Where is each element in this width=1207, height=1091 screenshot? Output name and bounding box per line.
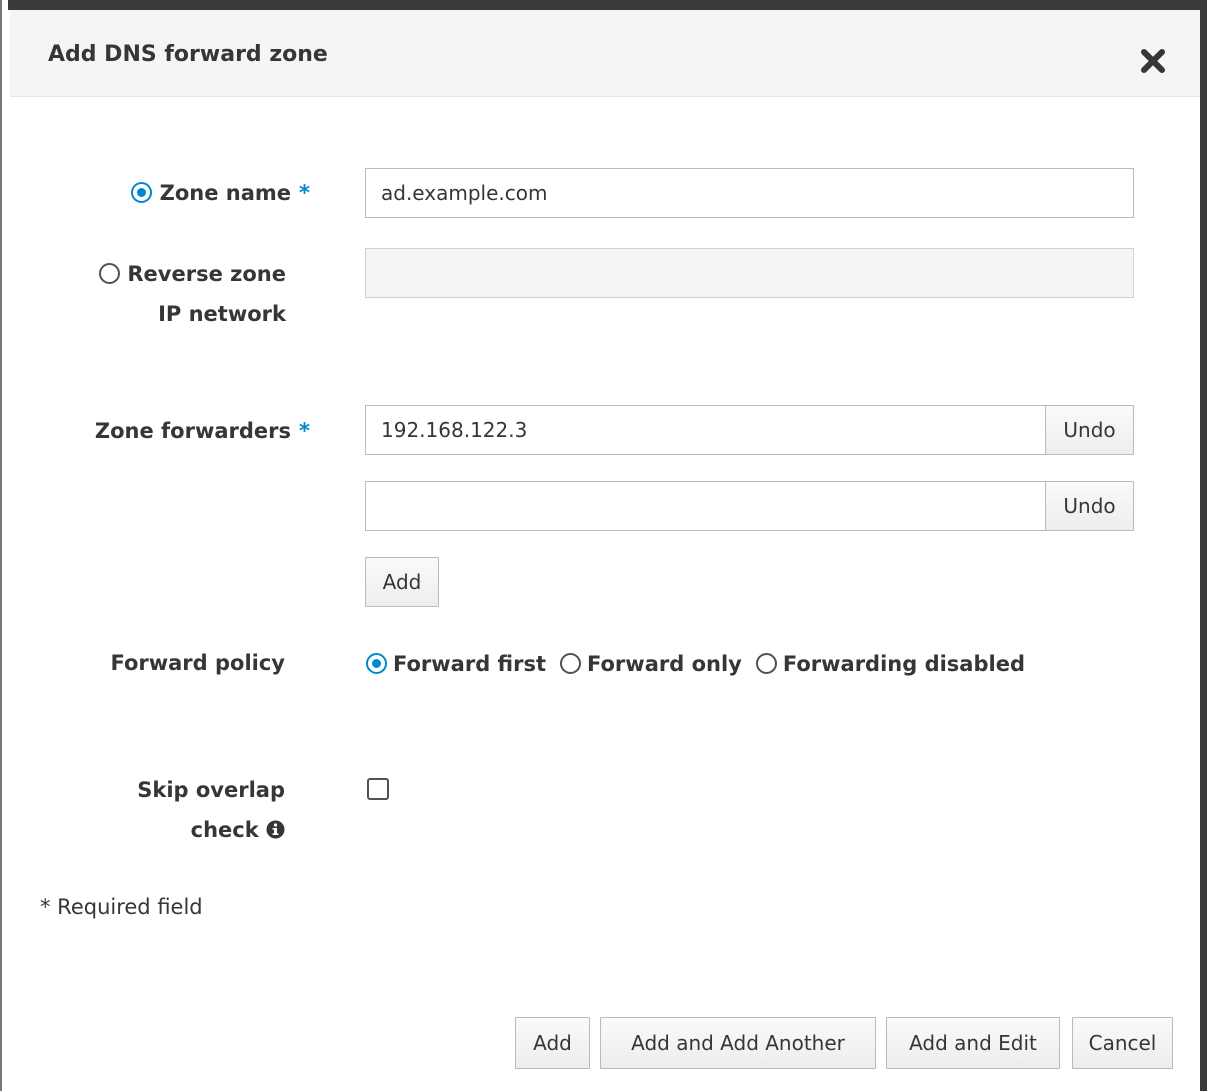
forward-policy-label: Forward policy: [110, 651, 285, 675]
forward-first-radio[interactable]: [366, 653, 387, 674]
forward-first-option[interactable]: Forward first: [366, 650, 546, 678]
zone-name-label[interactable]: Zone name *: [110, 173, 310, 213]
zone-forwarders-label: Zone forwarders *: [70, 411, 310, 451]
forwarder-input-1[interactable]: [365, 405, 1046, 455]
backdrop: [0, 0, 1207, 10]
required-field-note: * Required field: [40, 895, 203, 919]
close-icon[interactable]: [1138, 46, 1168, 76]
skip-overlap-label-line1: Skip overlap: [137, 778, 285, 802]
skip-overlap-checkbox[interactable]: [367, 778, 389, 800]
forwarder-input-2[interactable]: [365, 481, 1046, 531]
undo-button-1[interactable]: Undo: [1045, 405, 1134, 455]
forward-policy-options: Forward first Forward only Forwarding disa…: [366, 650, 1039, 678]
forward-first-label: Forward first: [393, 652, 547, 676]
zone-forwarders-label-text: Zone forwarders: [94, 419, 292, 443]
forward-only-label: Forward only: [587, 652, 742, 676]
reverse-zone-label-line2: IP network: [158, 302, 286, 326]
skip-overlap-label: Skip overlap check: [70, 770, 285, 852]
add-dns-forward-zone-dialog: Add DNS forward zone Zone name * Reverse …: [10, 10, 1200, 1091]
add-and-edit-button[interactable]: Add and Edit: [886, 1017, 1060, 1069]
reverse-zone-input[interactable]: [365, 248, 1134, 298]
forward-only-option[interactable]: Forward only: [560, 650, 742, 678]
add-forwarder-button[interactable]: Add: [365, 557, 439, 607]
undo-button-2[interactable]: Undo: [1045, 481, 1134, 531]
forward-only-radio[interactable]: [560, 653, 582, 674]
add-button[interactable]: Add: [515, 1017, 590, 1069]
dialog-header: Add DNS forward zone: [10, 10, 1200, 97]
required-asterisk: *: [299, 419, 310, 443]
forwarding-disabled-label: Forwarding disabled: [782, 652, 1025, 676]
forwarding-disabled-option[interactable]: Forwarding disabled: [755, 650, 1025, 678]
add-and-add-another-button[interactable]: Add and Add Another: [600, 1017, 876, 1069]
zone-name-label-text: Zone name: [159, 181, 292, 205]
zone-name-radio[interactable]: [131, 182, 153, 203]
forwarding-disabled-radio[interactable]: [755, 653, 777, 674]
cancel-button[interactable]: Cancel: [1072, 1017, 1173, 1069]
required-asterisk: *: [299, 181, 310, 205]
backdrop-left: [0, 0, 8, 1091]
zone-name-input[interactable]: [365, 168, 1134, 218]
info-icon[interactable]: [266, 812, 285, 852]
dialog-title: Add DNS forward zone: [48, 42, 328, 67]
reverse-zone-label[interactable]: Reverse zone IP network: [90, 254, 286, 334]
reverse-zone-radio[interactable]: [99, 263, 121, 284]
reverse-zone-label-line1: Reverse zone: [127, 262, 286, 286]
skip-overlap-label-line2: check: [190, 818, 259, 842]
